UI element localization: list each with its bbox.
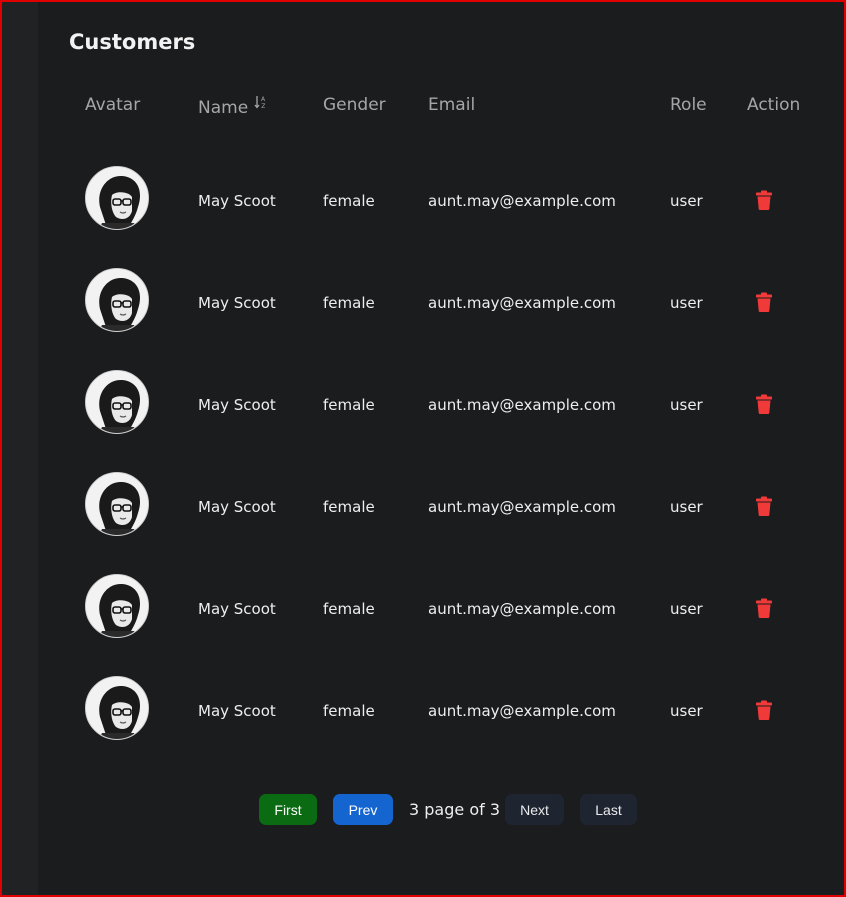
sort-alpha-icon[interactable]: A Z [254, 95, 268, 109]
table-row: May Scoot female aunt.may@example.com user [0, 558, 846, 660]
cell-gender: female [323, 396, 375, 414]
cell-gender: female [323, 192, 375, 210]
prev-page-button[interactable]: Prev [333, 794, 393, 825]
page-info: 3 page of 3 [409, 800, 500, 819]
table-row: May Scoot female aunt.may@example.com user [0, 660, 846, 762]
avatar [85, 472, 149, 536]
table-row: May Scoot female aunt.may@example.com user [0, 150, 846, 252]
table-row: May Scoot female aunt.may@example.com user [0, 252, 846, 354]
avatar [85, 370, 149, 434]
cell-name: May Scoot [198, 192, 276, 210]
header-email: Email [428, 95, 476, 115]
table-row: May Scoot female aunt.may@example.com user [0, 456, 846, 558]
cell-email: aunt.may@example.com [428, 600, 616, 618]
cell-email: aunt.may@example.com [428, 192, 616, 210]
svg-text:Z: Z [261, 103, 265, 109]
cell-email: aunt.may@example.com [428, 498, 616, 516]
trash-icon[interactable] [755, 598, 773, 618]
first-page-button[interactable]: First [259, 794, 317, 825]
avatar [85, 166, 149, 230]
trash-icon[interactable] [755, 700, 773, 720]
trash-icon[interactable] [755, 496, 773, 516]
next-page-button[interactable]: Next [505, 794, 564, 825]
avatar [85, 574, 149, 638]
cell-name: May Scoot [198, 600, 276, 618]
header-action: Action [747, 95, 801, 115]
header-avatar: Avatar [85, 95, 141, 115]
cell-gender: female [323, 498, 375, 516]
cell-name: May Scoot [198, 294, 276, 312]
page-title: Customers [69, 30, 196, 54]
cell-role: user [670, 396, 703, 414]
trash-icon[interactable] [755, 394, 773, 414]
cell-name: May Scoot [198, 396, 276, 414]
cell-role: user [670, 702, 703, 720]
cell-email: aunt.may@example.com [428, 702, 616, 720]
cell-role: user [670, 600, 703, 618]
avatar [85, 268, 149, 332]
cell-role: user [670, 498, 703, 516]
cell-role: user [670, 294, 703, 312]
header-gender: Gender [323, 95, 386, 115]
cell-gender: female [323, 294, 375, 312]
cell-email: aunt.may@example.com [428, 396, 616, 414]
header-name[interactable]: Name A Z [198, 95, 268, 118]
cell-name: May Scoot [198, 498, 276, 516]
trash-icon[interactable] [755, 292, 773, 312]
last-page-button[interactable]: Last [580, 794, 637, 825]
trash-icon[interactable] [755, 190, 773, 210]
cell-gender: female [323, 600, 375, 618]
header-role: Role [670, 95, 707, 115]
cell-email: aunt.may@example.com [428, 294, 616, 312]
table-row: May Scoot female aunt.may@example.com user [0, 354, 846, 456]
cell-name: May Scoot [198, 702, 276, 720]
avatar [85, 676, 149, 740]
svg-text:A: A [261, 96, 266, 103]
cell-gender: female [323, 702, 375, 720]
cell-role: user [670, 192, 703, 210]
header-name-label: Name [198, 98, 249, 118]
